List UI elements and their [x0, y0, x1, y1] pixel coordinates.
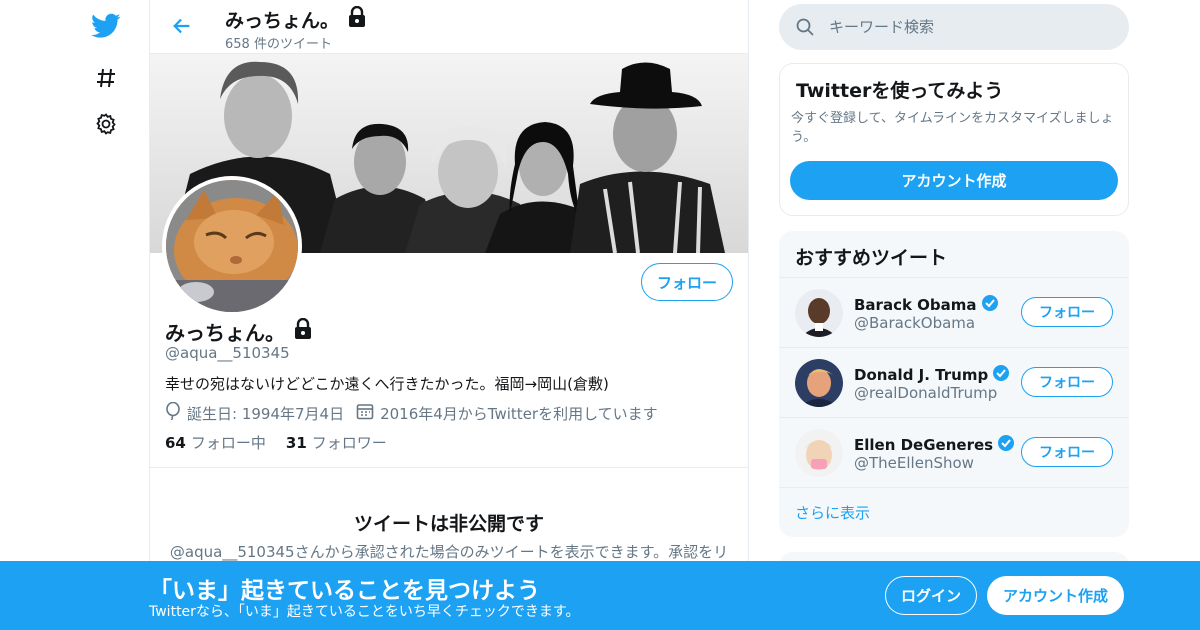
following-count: 64: [165, 434, 186, 452]
following-stat[interactable]: 64 フォロー中: [165, 432, 266, 453]
recommended-handle: @TheEllenShow: [854, 454, 974, 472]
follow-button[interactable]: フォロー: [1021, 297, 1113, 327]
balloon-icon: [165, 401, 181, 424]
signup-banner-title: 「いま」起きていることを見つけよう: [149, 578, 540, 604]
search-input[interactable]: [829, 18, 1089, 36]
gear-icon[interactable]: [90, 108, 122, 140]
signup-card-title: Twitterを使ってみよう: [796, 80, 1004, 102]
avatar[interactable]: [795, 429, 843, 477]
tweet-count: 658 件のツイート: [225, 37, 332, 52]
verified-badge-icon: [997, 434, 1015, 456]
followers-count: 31: [285, 434, 307, 452]
profile-handle: @aqua__510345: [165, 344, 290, 362]
signup-card: Twitterを使ってみよう 今すぐ登録して、タイムラインをカスタマイズしましょ…: [779, 63, 1129, 216]
following-label: フォロー中: [190, 434, 266, 452]
search-icon: [795, 17, 815, 37]
birthday-item: 誕生日: 1994年7月4日: [165, 401, 345, 424]
calendar-icon: [356, 402, 374, 424]
recommended-item[interactable]: Ellen DeGeneres @TheEllenShow フォロー: [779, 417, 1129, 487]
show-more-link[interactable]: さらに表示: [779, 487, 1129, 537]
avatar[interactable]: [795, 289, 843, 337]
lock-icon: [293, 317, 313, 345]
followers-label: フォロワー: [311, 434, 387, 452]
recommended-handle: @BarackObama: [854, 314, 976, 332]
profile-bio: 幸せの宛はないけどどこか遠くへ行きたかった。福岡→岡山(倉敷): [165, 375, 609, 393]
profile-name-text: みっちょん。: [165, 321, 285, 345]
login-button[interactable]: ログイン: [885, 576, 977, 615]
recommended-name: Barack Obama: [854, 294, 999, 316]
header-name: みっちょん。: [225, 10, 340, 32]
twitter-logo-icon[interactable]: [90, 10, 122, 42]
back-arrow-icon[interactable]: [168, 12, 196, 40]
recommended-name: Ellen DeGeneres: [854, 434, 1015, 456]
profile-meta: 誕生日: 1994年7月4日 2016年4月からTwitterを利用しています: [165, 401, 670, 424]
profile-avatar[interactable]: [162, 176, 302, 316]
avatar[interactable]: [795, 359, 843, 407]
recommended-handle: @realDonaldTrump: [854, 384, 998, 402]
search-box: [779, 4, 1129, 50]
signup-banner-subtitle: Twitterなら、「いま」起きていることをいち早くチェックできます。: [149, 604, 580, 620]
recommended-name-text: Barack Obama: [854, 296, 977, 314]
lock-icon: [347, 5, 367, 33]
follow-button[interactable]: フォロー: [1021, 367, 1113, 397]
create-account-button[interactable]: アカウント作成: [790, 161, 1118, 200]
protected-title: ツイートは非公開です: [353, 513, 544, 535]
recommended-title: おすすめツイート: [795, 247, 948, 269]
recommended-name: Donald J. Trump: [854, 364, 1010, 386]
follow-stats: 64 フォロー中 31 フォロワー: [165, 432, 387, 453]
recommended-item[interactable]: Barack Obama @BarackObama フォロー: [779, 277, 1129, 347]
recommended-name-text: Ellen DeGeneres: [854, 436, 994, 454]
signup-button[interactable]: アカウント作成: [987, 576, 1124, 615]
joined-text: 2016年4月からTwitterを利用しています: [380, 404, 658, 423]
left-rail: [0, 0, 150, 630]
profile-header-bar: みっちょん。 658 件のツイート: [150, 0, 748, 54]
header-title: みっちょん。: [225, 5, 367, 33]
recommended-item[interactable]: Donald J. Trump @realDonaldTrump フォロー: [779, 347, 1129, 417]
birthday-text: 誕生日: 1994年7月4日: [187, 404, 345, 423]
signup-banner: 「いま」起きていることを見つけよう Twitterなら、「いま」起きていることを…: [0, 561, 1200, 630]
recommended-name-text: Donald J. Trump: [854, 366, 989, 384]
profile-column: みっちょん。 658 件のツイート フォロー みっちょん。 @aqua__510…: [149, 0, 749, 630]
joined-item: 2016年4月からTwitterを利用しています: [356, 402, 658, 424]
verified-badge-icon: [981, 294, 999, 316]
verified-badge-icon: [992, 364, 1010, 386]
recommended-card: おすすめツイート Barack Obama @BarackObama フォロー …: [779, 231, 1129, 537]
divider: [150, 467, 748, 468]
follow-button[interactable]: フォロー: [641, 263, 733, 301]
follow-button[interactable]: フォロー: [1021, 437, 1113, 467]
profile-name: みっちょん。: [165, 317, 313, 346]
hashtag-icon[interactable]: [90, 62, 122, 94]
protected-text: @aqua__510345さんから承認された場合のみツイートを表示できます。承認…: [169, 543, 729, 561]
signup-card-text: 今すぐ登録して、タイムラインをカスタマイズしましょう。: [791, 111, 1114, 145]
followers-stat[interactable]: 31 フォロワー: [286, 432, 387, 453]
